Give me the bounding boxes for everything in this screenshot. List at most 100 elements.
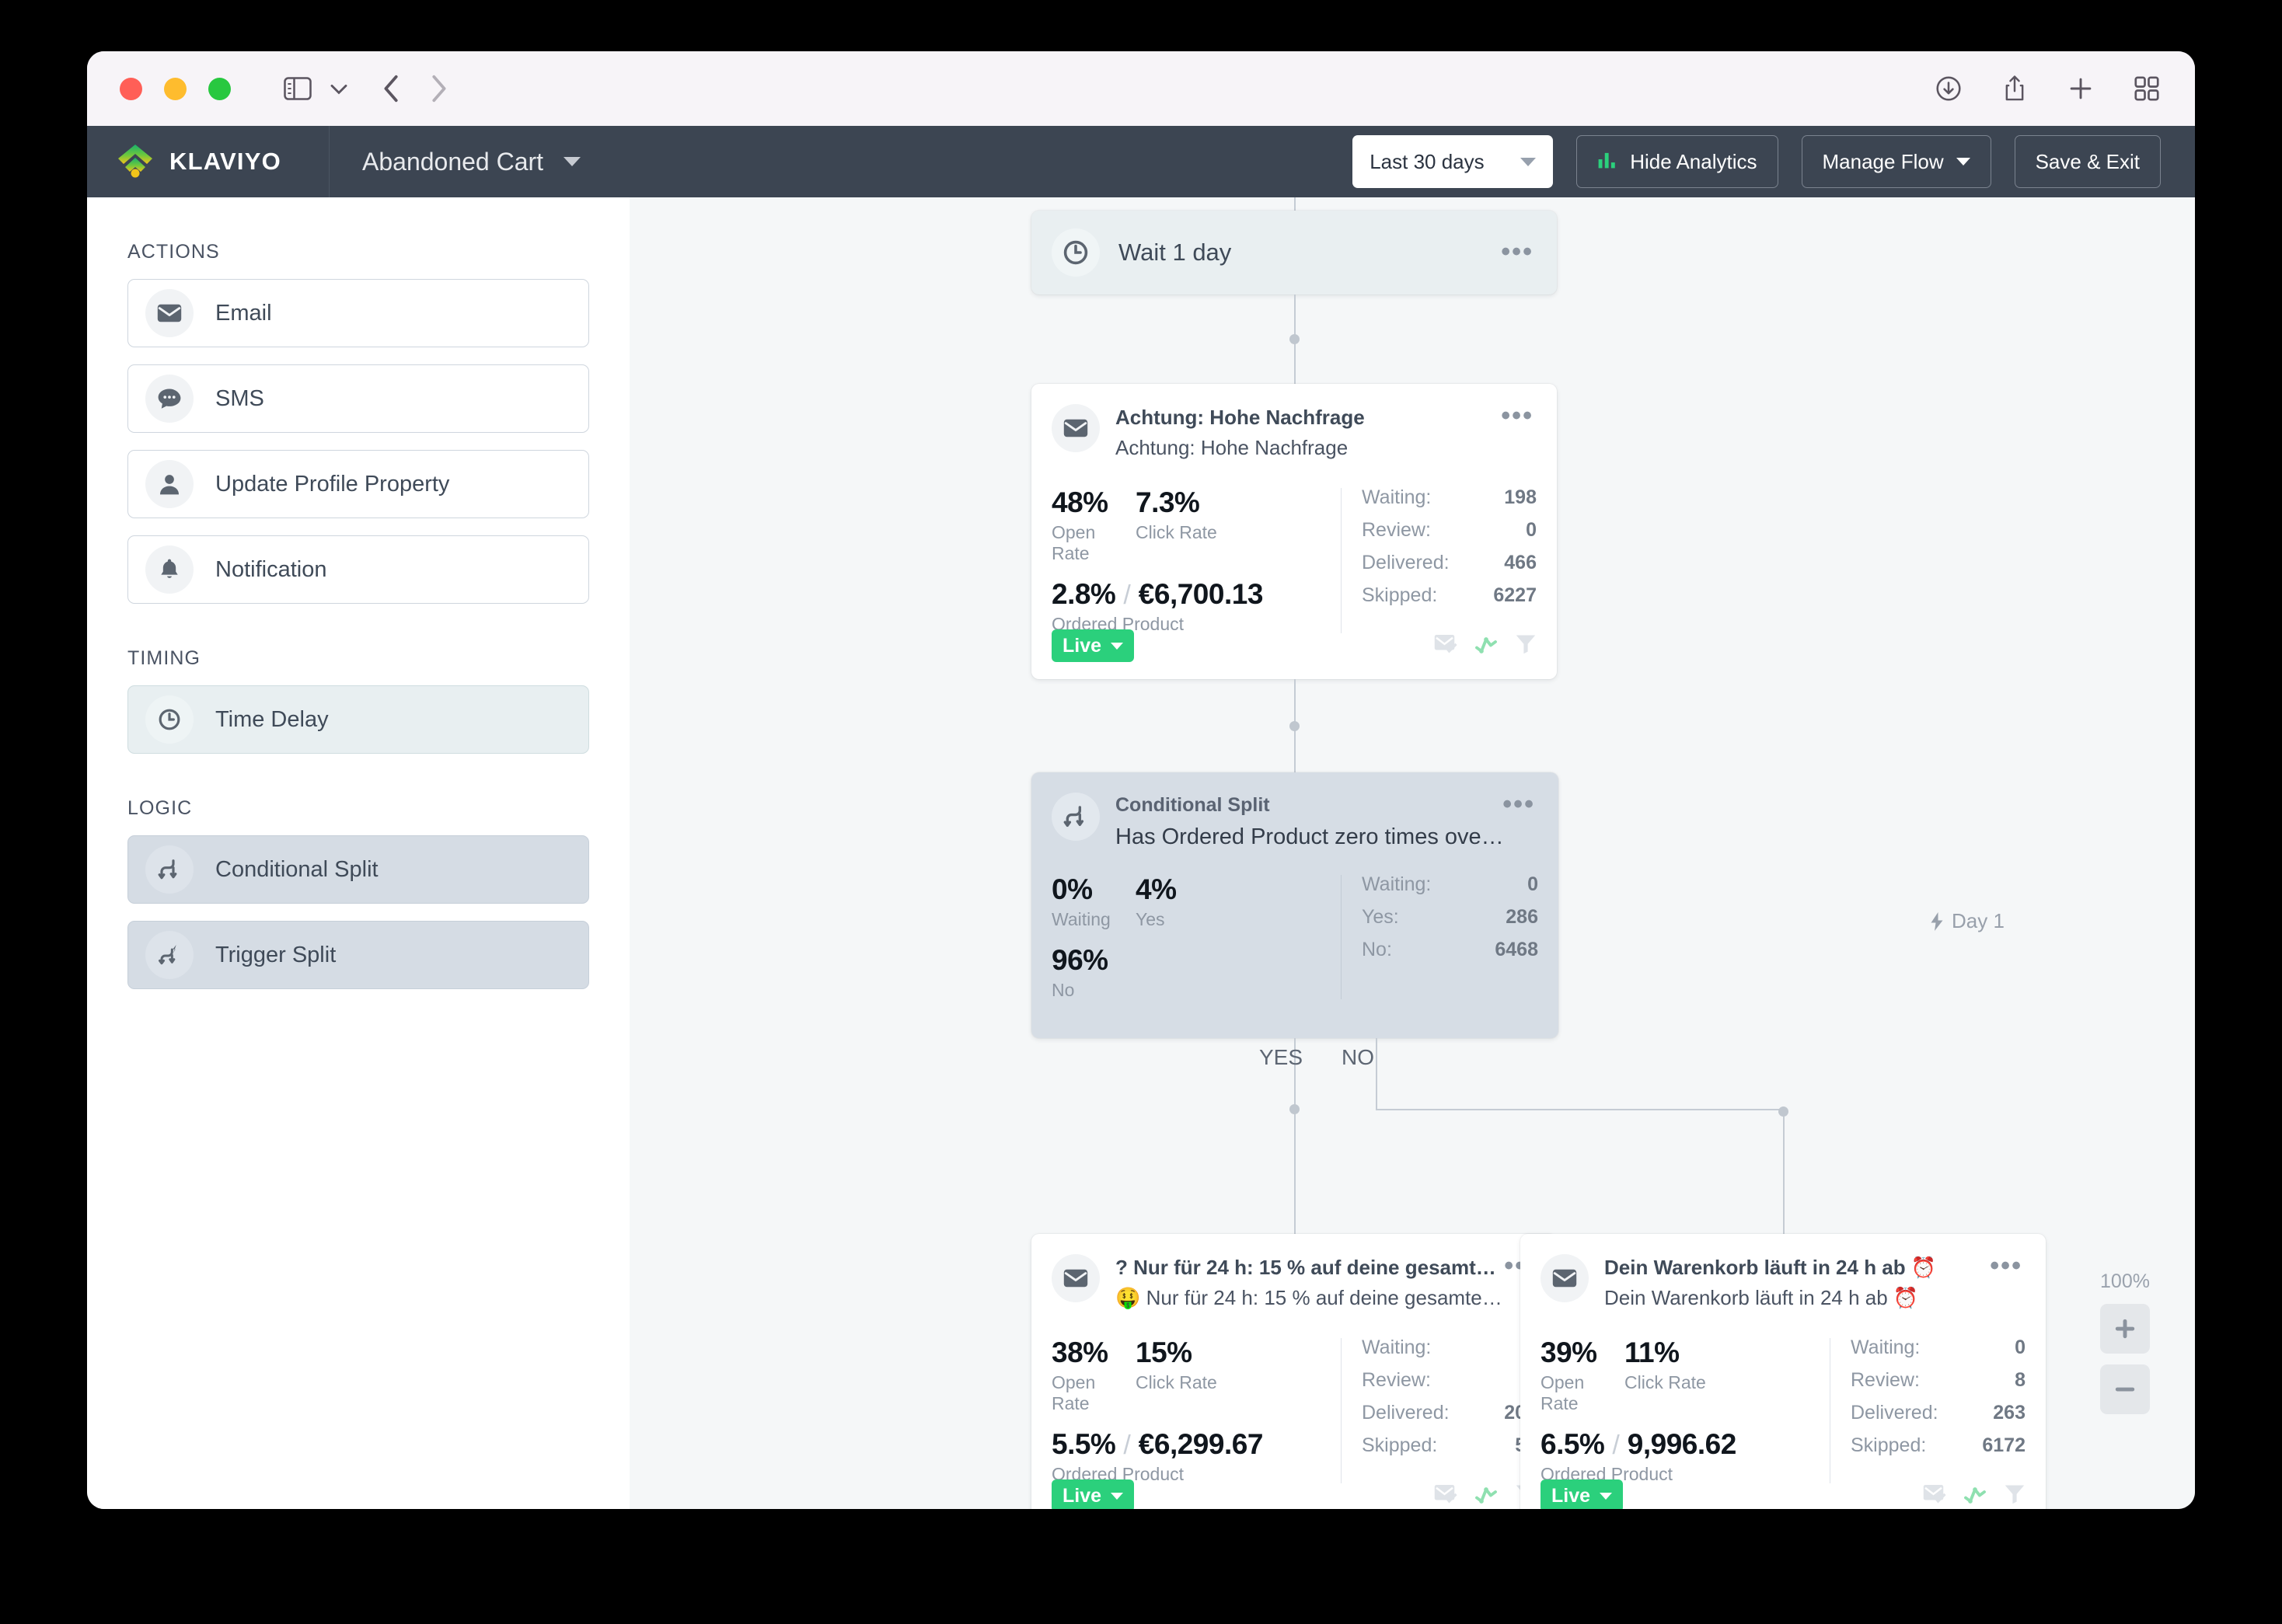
day-label: Day 1 xyxy=(1929,909,2005,933)
chevron-down-icon[interactable] xyxy=(329,82,349,96)
more-options-icon[interactable]: ••• xyxy=(1501,239,1534,265)
stat-skipped: Skipped: 57 xyxy=(1362,1434,1537,1457)
flow-node-email-2[interactable]: ? Nur für 24 h: 15 % auf deine gesamte B… xyxy=(1031,1234,1557,1509)
palette-section-heading-actions: ACTIONS xyxy=(127,241,220,263)
stat-value: 0 xyxy=(2015,1336,2026,1358)
stat-value: 0 xyxy=(1527,873,1538,895)
branch-label-text: NO xyxy=(1342,1045,1374,1069)
palette-item-update-profile-property[interactable]: Update Profile Property xyxy=(127,450,589,518)
split-icon xyxy=(145,845,194,894)
split-icon xyxy=(1052,793,1100,841)
nav-forward-icon[interactable] xyxy=(428,74,448,103)
connector-add-dot[interactable] xyxy=(1778,1106,1788,1117)
branch-label-yes: YES xyxy=(1259,1046,1303,1068)
connector-add-dot[interactable] xyxy=(1289,721,1300,731)
metric-yes-pct: 4% Yes xyxy=(1136,873,1177,930)
chevron-down-icon xyxy=(1520,157,1537,166)
nav-back-icon[interactable] xyxy=(382,74,402,103)
close-window-button[interactable] xyxy=(120,77,142,100)
palette-item-trigger-split[interactable]: Trigger Split xyxy=(127,921,589,989)
envelope-icon xyxy=(1541,1254,1589,1302)
metric-label: No xyxy=(1052,980,1075,1000)
email-subject: Dein Warenkorb läuft in 24 h ab ⏰ xyxy=(1604,1286,1919,1309)
palette-item-email[interactable]: Email xyxy=(127,279,589,347)
email-preview-icon[interactable] xyxy=(1923,1484,1946,1508)
brand-name: KLAVIYO xyxy=(169,148,281,175)
plus-icon[interactable] xyxy=(2067,75,2094,102)
metric-open-rate: 48% Open Rate xyxy=(1052,486,1136,564)
palette-item-label: Conditional Split xyxy=(215,856,379,882)
share-icon[interactable] xyxy=(2002,75,2027,103)
connector-add-dot[interactable] xyxy=(1289,1104,1300,1114)
stat-key: Waiting: xyxy=(1851,1336,1921,1358)
lightning-icon xyxy=(1931,911,1943,931)
palette-section-heading-timing: TIMING xyxy=(127,647,201,669)
stat-value: 263 xyxy=(1993,1402,2026,1424)
metric-label: Open Rate xyxy=(1541,1372,1585,1413)
palette-item-time-delay[interactable]: Time Delay xyxy=(127,685,589,754)
filter-icon[interactable] xyxy=(1515,634,1537,658)
stat-value: 0 xyxy=(1526,519,1537,541)
maximize-window-button[interactable] xyxy=(208,77,231,100)
email-name: Achtung: Hohe Nachfrage xyxy=(1115,406,1365,429)
downloads-icon[interactable] xyxy=(1935,75,1962,102)
more-options-icon[interactable]: ••• xyxy=(1990,1253,2022,1279)
analytics-trend-icon[interactable] xyxy=(1963,1485,1987,1507)
tab-overview-icon[interactable] xyxy=(2134,76,2159,101)
zoom-out-button[interactable] xyxy=(2100,1364,2150,1414)
metric-value-revenue: €6,700.13 xyxy=(1138,578,1264,610)
save-and-exit-button[interactable]: Save & Exit xyxy=(2014,135,2161,188)
metric-label: Open Rate xyxy=(1052,522,1096,563)
split-node-type: Conditional Split xyxy=(1115,794,1270,816)
zoom-in-button[interactable] xyxy=(2100,1304,2150,1354)
palette-item-sms[interactable]: SMS xyxy=(127,364,589,433)
minimize-window-button[interactable] xyxy=(164,77,187,100)
email-name: Dein Warenkorb läuft in 24 h ab ⏰ xyxy=(1604,1256,1937,1279)
brand-logo[interactable]: KLAVIYO xyxy=(87,126,330,197)
palette-section-heading-logic: LOGIC xyxy=(127,797,193,819)
more-options-icon[interactable]: ••• xyxy=(1501,403,1534,429)
app-header: KLAVIYO Abandoned Cart Last 30 days Hide xyxy=(87,126,2195,197)
metric-value: 39% xyxy=(1541,1336,1597,1368)
bell-icon xyxy=(145,545,194,594)
more-options-icon[interactable]: ••• xyxy=(1502,791,1535,817)
hide-analytics-button[interactable]: Hide Analytics xyxy=(1576,135,1778,188)
connector-add-dot[interactable] xyxy=(1289,334,1300,344)
analytics-trend-icon[interactable] xyxy=(1474,635,1498,657)
status-label: Live xyxy=(1551,1484,1591,1507)
status-badge-live[interactable]: Live xyxy=(1052,1479,1135,1509)
branch-label-text: YES xyxy=(1259,1045,1303,1069)
metric-label: Yes xyxy=(1136,909,1165,929)
stat-key: Waiting: xyxy=(1362,1336,1432,1358)
stat-waiting: Waiting: 0 xyxy=(1362,873,1538,896)
email-preview-icon[interactable] xyxy=(1434,1484,1457,1508)
sidebar-toggle-icon[interactable] xyxy=(284,77,312,100)
analytics-trend-icon[interactable] xyxy=(1474,1485,1498,1507)
status-badge-live[interactable]: Live xyxy=(1052,629,1135,662)
flow-node-email-1[interactable]: Achtung: Hohe Nachfrage Achtung: Hohe Na… xyxy=(1031,384,1557,679)
stat-review: Review: 0 xyxy=(1362,519,1537,542)
flow-name-label: Abandoned Cart xyxy=(362,147,544,176)
metric-click-rate: 7.3% Click Rate xyxy=(1136,486,1217,564)
manage-flow-button[interactable]: Manage Flow xyxy=(1801,135,1991,188)
flow-node-time-delay[interactable]: Wait 1 day ••• xyxy=(1031,211,1557,294)
flow-node-email-3[interactable]: Dein Warenkorb läuft in 24 h ab ⏰ Dein W… xyxy=(1520,1234,2046,1509)
date-range-select[interactable]: Last 30 days xyxy=(1352,135,1554,188)
flow-name-dropdown[interactable]: Abandoned Cart xyxy=(362,148,581,176)
stat-key: Yes: xyxy=(1362,906,1399,928)
palette-item-label: Trigger Split xyxy=(215,942,337,967)
metric-value: 96% xyxy=(1052,944,1108,976)
save-and-exit-label: Save & Exit xyxy=(2035,149,2140,173)
palette-item-conditional-split[interactable]: Conditional Split xyxy=(127,835,589,904)
flow-node-conditional-split[interactable]: Conditional Split Has Ordered Product ze… xyxy=(1031,772,1558,1038)
metric-value: 4% xyxy=(1136,873,1177,905)
filter-icon[interactable] xyxy=(2004,1484,2026,1508)
metric-value-revenue: €6,299.67 xyxy=(1138,1428,1264,1460)
status-badge-live[interactable]: Live xyxy=(1541,1479,1624,1509)
palette-item-notification[interactable]: Notification xyxy=(127,535,589,604)
time-delay-label: Wait 1 day xyxy=(1118,239,1232,266)
palette-item-label: Time Delay xyxy=(215,706,329,732)
email-preview-icon[interactable] xyxy=(1434,634,1457,658)
flow-canvas[interactable]: Wait 1 day ••• Achtung: Hohe Nachfrage A… xyxy=(630,197,2195,1509)
palette-item-label: Update Profile Property xyxy=(215,471,450,497)
